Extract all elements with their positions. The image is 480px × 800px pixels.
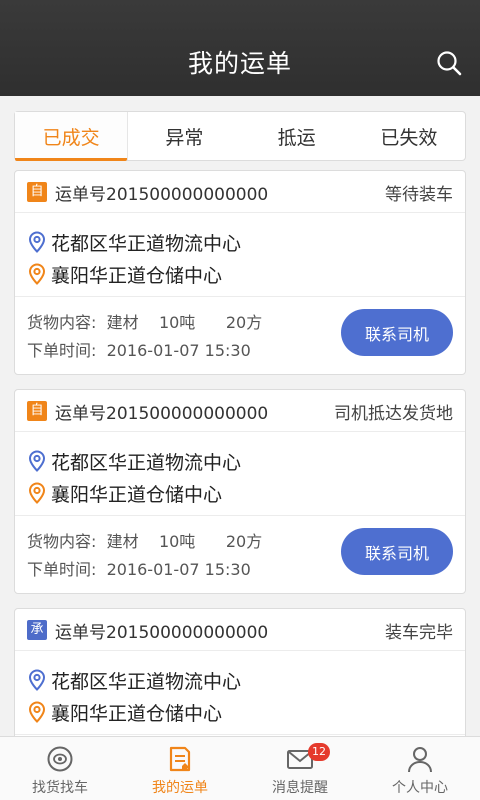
destination-address: 襄阳华正道仓储中心: [51, 702, 223, 725]
waybill-number: 运单号201500000000000: [55, 623, 269, 643]
origin-pin-icon: [28, 669, 46, 691]
message-count-badge: 12: [308, 743, 330, 761]
bottom-tab-bar: 找货找车 我的运单 12 消息提醒 个人中心: [0, 736, 480, 800]
destination-pin-icon: [28, 263, 46, 285]
waybill-icon: [169, 746, 191, 772]
order-time: 下单时间: 2016-01-07 15:30: [27, 341, 251, 360]
tabbar-label: 我的运单: [152, 780, 208, 796]
tab-exception[interactable]: 异常: [128, 112, 240, 160]
order-card[interactable]: 自 运单号201500000000000 司机抵达发货地 花都区华正道物流中心 …: [14, 389, 466, 594]
order-status: 司机抵达发货地: [334, 404, 453, 424]
tabbar-item-find-cargo[interactable]: 找货找车: [0, 737, 120, 800]
order-status: 等待装车: [385, 185, 453, 205]
tab-expired[interactable]: 已失效: [353, 112, 465, 160]
status-tabs: 已成交 异常 抵运 已失效: [14, 111, 466, 161]
contact-driver-button[interactable]: 联系司机: [341, 528, 453, 575]
app-header: 我的运单: [0, 0, 480, 96]
tab-completed[interactable]: 已成交: [15, 112, 129, 161]
origin-address: 花都区华正道物流中心: [51, 670, 242, 693]
tabbar-label: 个人中心: [392, 780, 448, 796]
tabbar-item-messages[interactable]: 12 消息提醒: [240, 737, 360, 800]
order-type-badge: 自: [27, 401, 47, 421]
waybill-number: 运单号201500000000000: [55, 185, 269, 205]
tab-arrived[interactable]: 抵运: [241, 112, 353, 160]
search-button[interactable]: [434, 48, 466, 80]
destination-address: 襄阳华正道仓储中心: [51, 483, 223, 506]
search-icon: [437, 51, 462, 76]
order-type-badge: 自: [27, 182, 47, 202]
tabbar-item-profile[interactable]: 个人中心: [360, 737, 480, 800]
tabbar-label: 找货找车: [32, 780, 88, 796]
cargo-info: 货物内容: 建材 10吨 20方: [27, 313, 263, 332]
page-title: 我的运单: [187, 49, 292, 78]
order-status: 装车完毕: [385, 623, 453, 643]
cargo-info: 货物内容: 建材 10吨 20方: [27, 532, 263, 551]
user-icon: [408, 747, 432, 773]
order-time: 下单时间: 2016-01-07 15:30: [27, 560, 251, 579]
tabbar-item-my-waybill[interactable]: 我的运单: [120, 737, 240, 800]
origin-pin-icon: [28, 450, 46, 472]
order-type-badge: 承: [27, 620, 47, 640]
waybill-number: 运单号201500000000000: [55, 404, 269, 424]
find-cargo-icon: [47, 746, 73, 772]
tabbar-label: 消息提醒: [272, 780, 328, 796]
contact-driver-button[interactable]: 联系司机: [341, 309, 453, 356]
destination-address: 襄阳华正道仓储中心: [51, 264, 223, 287]
order-card[interactable]: 自 运单号201500000000000 等待装车 花都区华正道物流中心 襄阳华…: [14, 170, 466, 375]
destination-pin-icon: [28, 482, 46, 504]
origin-pin-icon: [28, 231, 46, 253]
origin-address: 花都区华正道物流中心: [51, 232, 242, 255]
destination-pin-icon: [28, 701, 46, 723]
origin-address: 花都区华正道物流中心: [51, 451, 242, 474]
order-card[interactable]: 承 运单号201500000000000 装车完毕 花都区华正道物流中心 襄阳华…: [14, 608, 466, 748]
